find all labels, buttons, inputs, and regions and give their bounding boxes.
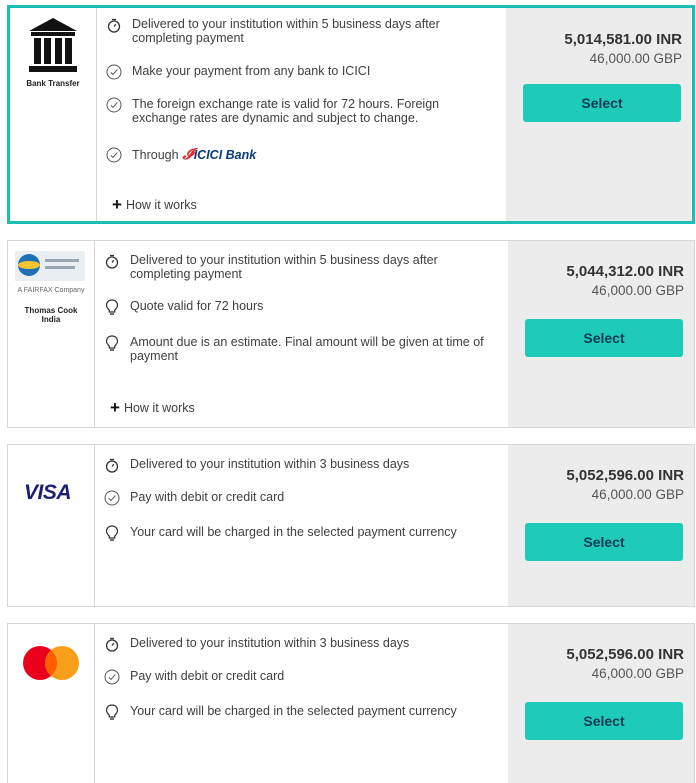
check-circle-icon <box>104 490 120 506</box>
feature-text: Pay with debit or credit card <box>130 490 285 504</box>
feature-text: Delivered to your institution within 5 b… <box>132 17 440 45</box>
stopwatch-icon <box>104 636 120 652</box>
feature-any-bank: Make your payment from any bank to ICICI <box>106 64 496 80</box>
feature-delivery: Delivered to your institution within 3 b… <box>104 636 494 652</box>
feature-text: Pay with debit or credit card <box>130 669 285 683</box>
feature-currency: Your card will be charged in the selecte… <box>104 524 494 541</box>
price-gbp: 46,000.00 GBP <box>591 283 684 298</box>
feature-fx-validity: The foreign exchange rate is valid for 7… <box>106 97 496 125</box>
stopwatch-icon <box>106 17 122 33</box>
feature-text: Amount due is an estimate. Final amount … <box>130 335 484 363</box>
feature-text: Your card will be charged in the selecte… <box>130 525 457 539</box>
how-it-works-link[interactable]: + How it works <box>110 398 195 417</box>
logo-column <box>8 624 95 783</box>
price-gbp: 46,000.00 GBP <box>591 487 684 502</box>
select-button[interactable]: Select <box>523 84 681 122</box>
icici-bank-logo: 𝓘 ICICI Bank <box>182 146 257 163</box>
logo-tagline: A FAIRFAX Company <box>17 287 85 294</box>
feature-text: Your card will be charged in the selecte… <box>130 704 457 718</box>
lightbulb-icon <box>104 703 120 720</box>
mastercard-logo <box>23 646 79 680</box>
how-it-works-link[interactable]: + How it works <box>112 195 197 214</box>
plus-icon: + <box>110 398 120 417</box>
price-panel: 5,044,312.00 INR 46,000.00 GBP Select <box>508 241 694 427</box>
feature-card-payment: Pay with debit or credit card <box>104 669 494 685</box>
feature-text: The foreign exchange rate is valid for 7… <box>132 97 440 125</box>
feature-text: Through <box>132 148 179 162</box>
bank-icon <box>29 18 77 72</box>
icici-brand-text: ICICI Bank <box>193 148 257 162</box>
price-inr: 5,052,596.00 INR <box>566 646 684 663</box>
stopwatch-icon <box>104 253 120 269</box>
check-circle-icon <box>104 669 120 685</box>
check-circle-icon <box>106 64 122 80</box>
feature-quote-valid: Quote valid for 72 hours <box>104 298 494 315</box>
price-inr: 5,052,596.00 INR <box>566 467 684 484</box>
visa-logo: VISA <box>24 481 72 504</box>
price-inr: 5,044,312.00 INR <box>566 263 684 280</box>
price-gbp: 46,000.00 GBP <box>589 51 682 66</box>
features-column: Delivered to your institution within 5 b… <box>96 8 510 221</box>
price-gbp: 46,000.00 GBP <box>591 666 684 681</box>
feature-delivery: Delivered to your institution within 5 b… <box>104 253 494 281</box>
select-button[interactable]: Select <box>525 523 683 561</box>
logo-column: Bank Transfer <box>10 8 97 221</box>
lightbulb-icon <box>104 334 120 351</box>
how-it-works-label: How it works <box>123 401 195 415</box>
features-column: Delivered to your institution within 3 b… <box>94 624 508 783</box>
thomas-cook-logo <box>15 251 85 281</box>
price-panel: 5,052,596.00 INR 46,000.00 GBP Select <box>508 445 694 606</box>
price-panel: 5,014,581.00 INR 46,000.00 GBP Select <box>506 8 692 221</box>
payment-option-bank-transfer[interactable]: Bank Transfer Delivered to your institut… <box>7 5 695 224</box>
check-circle-icon <box>106 147 122 163</box>
logo-column: A FAIRFAX Company Thomas Cook India <box>8 241 95 427</box>
lightbulb-icon <box>104 524 120 541</box>
payment-option-visa[interactable]: VISA Delivered to your institution withi… <box>7 444 695 607</box>
lightbulb-icon <box>104 298 120 315</box>
stopwatch-icon <box>104 457 120 473</box>
feature-delivery: Delivered to your institution within 3 b… <box>104 457 494 473</box>
feature-text: Delivered to your institution within 5 b… <box>130 253 438 281</box>
payment-option-thomas-cook[interactable]: A FAIRFAX Company Thomas Cook India Deli… <box>7 240 695 428</box>
select-button[interactable]: Select <box>525 319 683 357</box>
price-inr: 5,014,581.00 INR <box>564 31 682 48</box>
logo-column: VISA <box>8 445 95 606</box>
select-button[interactable]: Select <box>525 702 683 740</box>
check-circle-icon <box>106 97 122 113</box>
logo-caption: Bank Transfer <box>26 79 80 88</box>
feature-text: Delivered to your institution within 3 b… <box>130 457 410 471</box>
feature-estimate: Amount due is an estimate. Final amount … <box>104 334 494 363</box>
feature-text: Delivered to your institution within 3 b… <box>130 636 410 650</box>
how-it-works-label: How it works <box>125 198 197 212</box>
icici-swirl-icon: 𝓘 <box>182 146 193 163</box>
feature-card-payment: Pay with debit or credit card <box>104 490 494 506</box>
payment-option-mastercard[interactable]: Delivered to your institution within 3 b… <box>7 623 695 783</box>
logo-caption: Thomas Cook India <box>24 306 78 324</box>
feature-delivery: Delivered to your institution within 5 b… <box>106 17 496 45</box>
feature-text: Make your payment from any bank to ICICI <box>132 64 371 78</box>
features-column: Delivered to your institution within 3 b… <box>94 445 508 606</box>
features-column: Delivered to your institution within 5 b… <box>94 241 508 427</box>
price-panel: 5,052,596.00 INR 46,000.00 GBP Select <box>508 624 694 783</box>
feature-through: Through 𝓘 ICICI Bank <box>106 147 496 163</box>
feature-text: Quote valid for 72 hours <box>130 299 264 313</box>
plus-icon: + <box>112 195 122 214</box>
feature-currency: Your card will be charged in the selecte… <box>104 703 494 720</box>
